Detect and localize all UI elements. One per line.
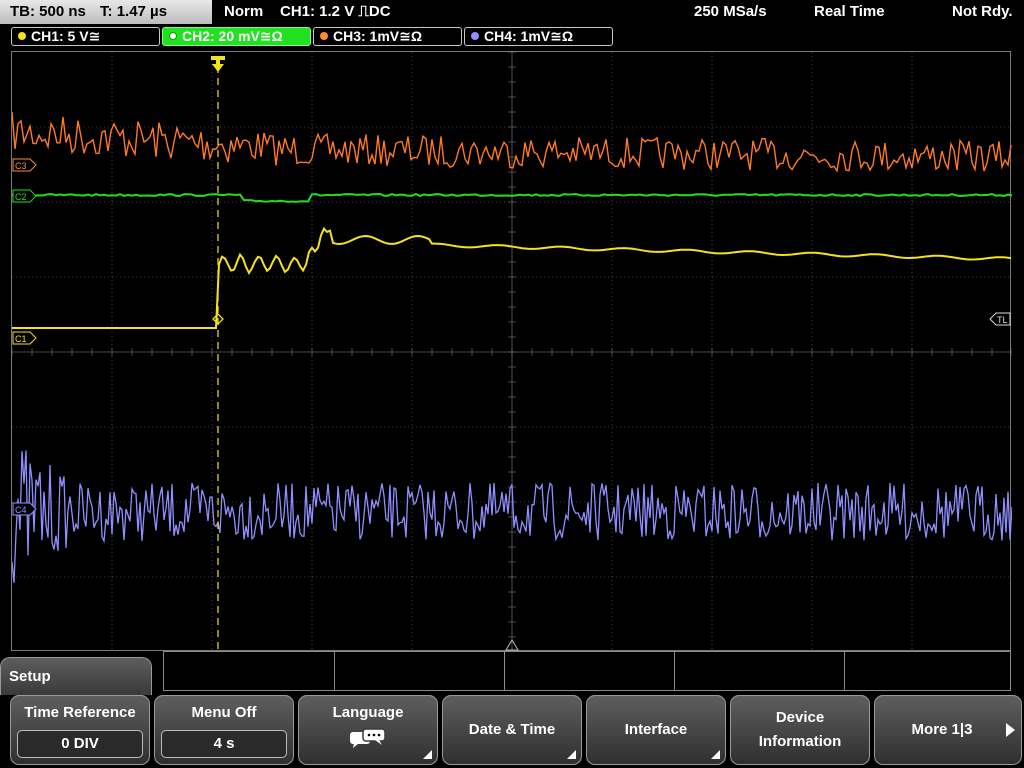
measurement-strip	[163, 651, 1011, 691]
status-bar: TB: 500 ns T: 1.47 µs Norm CH1: 1.2 V ⎍D…	[0, 0, 1024, 24]
speech-bubble-icon	[350, 728, 386, 748]
interface-label: Interface	[624, 721, 688, 738]
strip-divider	[334, 652, 335, 690]
sample-rate-label: 250 MSa/s	[694, 3, 767, 20]
trigger-level-marker-label: TL	[997, 315, 1008, 325]
trigger-state-label: Not Rdy.	[952, 3, 1013, 20]
channel-4-label: CH4: 1mV≅Ω	[484, 28, 574, 44]
channel-1-trace	[12, 226, 1012, 329]
next-page-icon	[1006, 723, 1015, 737]
language-label: Language	[332, 704, 404, 721]
waveform-display[interactable]: C3 C2 C1 C4 TL	[11, 51, 1012, 652]
acquisition-mode-label: Real Time	[814, 3, 885, 20]
tab-channel-4[interactable]: CH4: 1mV≅Ω	[464, 27, 613, 46]
channel-1-marker[interactable]: C1	[12, 331, 37, 345]
graticule-grid	[12, 52, 1012, 652]
time-reference-value: 0 DIV	[17, 730, 143, 758]
strip-divider	[504, 652, 505, 690]
strip-divider	[674, 652, 675, 690]
submenu-indicator-icon	[423, 750, 432, 759]
timebase-box[interactable]: TB: 500 ns T: 1.47 µs	[0, 0, 212, 24]
channel-1-label: CH1: 5 V≅	[31, 28, 101, 44]
timebase-label: TB: 500 ns	[10, 3, 86, 20]
channel-3-dot	[320, 32, 328, 40]
trigger-coupling-label: DC	[368, 3, 391, 20]
strip-divider	[844, 652, 845, 690]
tab-channel-2[interactable]: CH2: 20 mV≅Ω	[162, 27, 311, 46]
channel-3-marker-label: C3	[15, 161, 27, 171]
more-softkey[interactable]: More 1|3	[874, 695, 1022, 765]
tab-channel-1[interactable]: CH1: 5 V≅	[11, 27, 160, 46]
trigger-level-marker[interactable]: TL	[989, 312, 1011, 326]
time-reference-softkey[interactable]: Time Reference 0 DIV	[10, 695, 150, 765]
date-time-softkey[interactable]: Date & Time	[442, 695, 582, 765]
channel-1-dot	[18, 32, 26, 40]
channel-2-label: CH2: 20 mV≅Ω	[182, 28, 283, 44]
trigger-source-label[interactable]: CH1: 1.2 V ⎍DC	[280, 0, 391, 24]
channel-3-label: CH3: 1mV≅Ω	[333, 28, 423, 44]
channel-2-marker-label: C2	[15, 192, 27, 202]
rising-edge-icon: ⎍	[358, 3, 369, 20]
time-reference-label: Time Reference	[24, 704, 136, 721]
menu-off-label: Menu Off	[191, 704, 257, 721]
interface-softkey[interactable]: Interface	[586, 695, 726, 765]
language-softkey[interactable]: Language	[298, 695, 438, 765]
date-time-label: Date & Time	[468, 721, 556, 738]
trigger-mode-label[interactable]: Norm	[224, 0, 263, 24]
tab-channel-3[interactable]: CH3: 1mV≅Ω	[313, 27, 462, 46]
channel-1-marker-label: C1	[15, 334, 27, 344]
channel-2-marker[interactable]: C2	[12, 189, 37, 203]
channel-2-dot	[169, 32, 177, 40]
waveform-canvas: C3 C2 C1 C4 TL	[12, 52, 1012, 652]
more-label: More 1|3	[911, 721, 973, 738]
channel-4-dot	[471, 32, 479, 40]
menu-title: Setup	[0, 657, 152, 695]
trigger-time-label: T: 1.47 µs	[100, 3, 168, 20]
submenu-indicator-icon	[711, 750, 720, 759]
submenu-indicator-icon	[567, 750, 576, 759]
channel-4-marker-label: C4	[15, 505, 27, 515]
channel-3-trace	[12, 111, 1012, 173]
device-information-softkey[interactable]: Device Information	[730, 695, 870, 765]
device-information-label: Device Information	[758, 709, 842, 750]
menu-off-softkey[interactable]: Menu Off 4 s	[154, 695, 294, 765]
channel-3-marker[interactable]: C3	[12, 158, 37, 172]
trigger-position-marker[interactable]	[211, 56, 225, 72]
trigger-source-value: CH1: 1.2 V	[280, 3, 355, 20]
menu-off-value: 4 s	[161, 730, 287, 758]
